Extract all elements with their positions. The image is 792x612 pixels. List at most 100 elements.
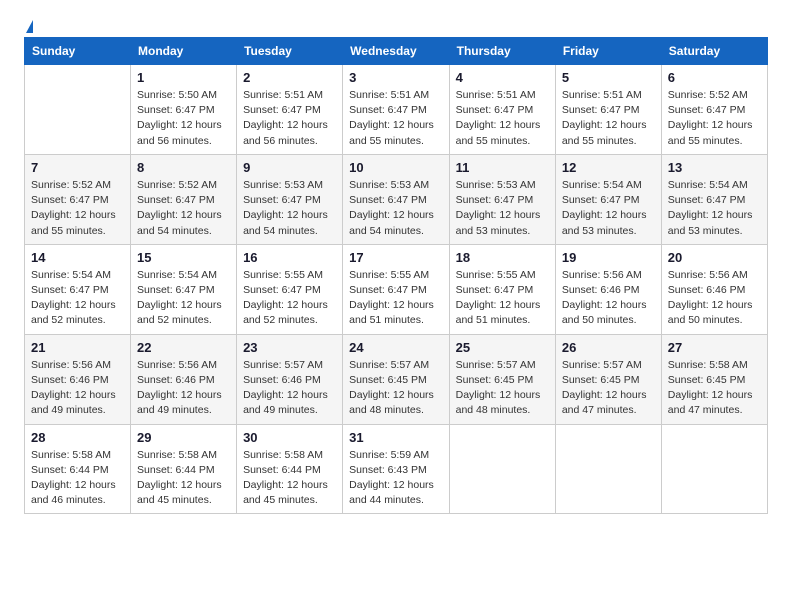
day-of-week-header: Tuesday xyxy=(237,38,343,65)
calendar-cell: 8Sunrise: 5:52 AM Sunset: 6:47 PM Daylig… xyxy=(131,154,237,244)
day-detail: Sunrise: 5:53 AM Sunset: 6:47 PM Dayligh… xyxy=(456,178,549,239)
day-number: 10 xyxy=(349,160,442,175)
day-detail: Sunrise: 5:51 AM Sunset: 6:47 PM Dayligh… xyxy=(243,88,336,149)
calendar-cell: 3 Sunrise: 5:51 AM Sunset: 6:47 PM Daylig… xyxy=(343,65,449,155)
calendar-week-row: 14 Sunrise: 5:54 AM Sunset: 6:47 PM Dayli… xyxy=(25,244,768,334)
calendar-cell: 16Sunrise: 5:55 AM Sunset: 6:47 PM Dayli… xyxy=(237,244,343,334)
day-number: 2 xyxy=(243,70,336,85)
day-detail: Sunrise: 5:53 AM Sunset: 6:47 PM Dayligh… xyxy=(243,178,336,239)
page-header xyxy=(24,20,768,29)
day-detail: Sunrise: 5:50 AM Sunset: 6:47 PM Dayligh… xyxy=(137,88,230,149)
day-detail: Sunrise: 5:51 AM Sunset: 6:47 PM Dayligh… xyxy=(349,88,442,149)
calendar-cell: 14 Sunrise: 5:54 AM Sunset: 6:47 PM Dayli… xyxy=(25,244,131,334)
day-detail: Sunrise: 5:56 AM Sunset: 6:46 PM Dayligh… xyxy=(562,268,655,329)
calendar-cell: 13Sunrise: 5:54 AM Sunset: 6:47 PM Dayli… xyxy=(661,154,767,244)
day-detail: Sunrise: 5:51 AM Sunset: 6:47 PM Dayligh… xyxy=(562,88,655,149)
day-number: 7 xyxy=(31,160,124,175)
calendar-cell: 12 Sunrise: 5:54 AM Sunset: 6:47 PM Dayli… xyxy=(555,154,661,244)
calendar-week-row: 21 Sunrise: 5:56 AM Sunset: 6:46 PM Dayli… xyxy=(25,334,768,424)
calendar-week-row: 7 Sunrise: 5:52 AM Sunset: 6:47 PM Daylig… xyxy=(25,154,768,244)
calendar-cell xyxy=(25,65,131,155)
calendar-cell: 11 Sunrise: 5:53 AM Sunset: 6:47 PM Dayli… xyxy=(449,154,555,244)
day-detail: Sunrise: 5:56 AM Sunset: 6:46 PM Dayligh… xyxy=(668,268,761,329)
calendar-cell xyxy=(449,424,555,514)
calendar-cell: 5Sunrise: 5:51 AM Sunset: 6:47 PM Daylig… xyxy=(555,65,661,155)
logo xyxy=(24,20,33,29)
calendar-cell xyxy=(555,424,661,514)
calendar-cell: 23Sunrise: 5:57 AM Sunset: 6:46 PM Dayli… xyxy=(237,334,343,424)
day-of-week-header: Friday xyxy=(555,38,661,65)
day-number: 25 xyxy=(456,340,549,355)
day-detail: Sunrise: 5:53 AM Sunset: 6:47 PM Dayligh… xyxy=(349,178,442,239)
day-number: 3 xyxy=(349,70,442,85)
calendar-cell: 6Sunrise: 5:52 AM Sunset: 6:47 PM Daylig… xyxy=(661,65,767,155)
calendar-week-row: 1 Sunrise: 5:50 AM Sunset: 6:47 PM Daylig… xyxy=(25,65,768,155)
calendar-cell: 17 Sunrise: 5:55 AM Sunset: 6:47 PM Dayli… xyxy=(343,244,449,334)
calendar-cell: 29Sunrise: 5:58 AM Sunset: 6:44 PM Dayli… xyxy=(131,424,237,514)
day-number: 4 xyxy=(456,70,549,85)
day-number: 1 xyxy=(137,70,230,85)
calendar-cell: 18 Sunrise: 5:55 AM Sunset: 6:47 PM Dayli… xyxy=(449,244,555,334)
day-detail: Sunrise: 5:55 AM Sunset: 6:47 PM Dayligh… xyxy=(349,268,442,329)
day-of-week-header: Monday xyxy=(131,38,237,65)
day-number: 12 xyxy=(562,160,655,175)
day-number: 14 xyxy=(31,250,124,265)
day-number: 17 xyxy=(349,250,442,265)
calendar-cell: 9 Sunrise: 5:53 AM Sunset: 6:47 PM Daylig… xyxy=(237,154,343,244)
day-detail: Sunrise: 5:51 AM Sunset: 6:47 PM Dayligh… xyxy=(456,88,549,149)
day-number: 9 xyxy=(243,160,336,175)
day-of-week-header: Sunday xyxy=(25,38,131,65)
day-detail: Sunrise: 5:54 AM Sunset: 6:47 PM Dayligh… xyxy=(137,268,230,329)
day-detail: Sunrise: 5:54 AM Sunset: 6:47 PM Dayligh… xyxy=(31,268,124,329)
calendar-cell: 30 Sunrise: 5:58 AM Sunset: 6:44 PM Dayli… xyxy=(237,424,343,514)
day-number: 27 xyxy=(668,340,761,355)
day-detail: Sunrise: 5:58 AM Sunset: 6:44 PM Dayligh… xyxy=(243,448,336,509)
day-number: 24 xyxy=(349,340,442,355)
day-detail: Sunrise: 5:58 AM Sunset: 6:44 PM Dayligh… xyxy=(137,448,230,509)
day-detail: Sunrise: 5:57 AM Sunset: 6:45 PM Dayligh… xyxy=(349,358,442,419)
day-detail: Sunrise: 5:58 AM Sunset: 6:45 PM Dayligh… xyxy=(668,358,761,419)
day-detail: Sunrise: 5:52 AM Sunset: 6:47 PM Dayligh… xyxy=(668,88,761,149)
calendar-cell: 20Sunrise: 5:56 AM Sunset: 6:46 PM Dayli… xyxy=(661,244,767,334)
calendar-cell: 7 Sunrise: 5:52 AM Sunset: 6:47 PM Daylig… xyxy=(25,154,131,244)
day-number: 15 xyxy=(137,250,230,265)
calendar-cell: 24 Sunrise: 5:57 AM Sunset: 6:45 PM Dayli… xyxy=(343,334,449,424)
calendar-cell: 15 Sunrise: 5:54 AM Sunset: 6:47 PM Dayli… xyxy=(131,244,237,334)
calendar-cell: 1 Sunrise: 5:50 AM Sunset: 6:47 PM Daylig… xyxy=(131,65,237,155)
day-number: 31 xyxy=(349,430,442,445)
calendar-cell: 28 Sunrise: 5:58 AM Sunset: 6:44 PM Dayli… xyxy=(25,424,131,514)
calendar-cell: 4 Sunrise: 5:51 AM Sunset: 6:47 PM Daylig… xyxy=(449,65,555,155)
calendar-cell: 26 Sunrise: 5:57 AM Sunset: 6:45 PM Dayli… xyxy=(555,334,661,424)
calendar-table: SundayMondayTuesdayWednesdayThursdayFrid… xyxy=(24,37,768,514)
calendar-cell: 27 Sunrise: 5:58 AM Sunset: 6:45 PM Dayli… xyxy=(661,334,767,424)
day-number: 22 xyxy=(137,340,230,355)
calendar-cell: 10 Sunrise: 5:53 AM Sunset: 6:47 PM Dayli… xyxy=(343,154,449,244)
day-detail: Sunrise: 5:57 AM Sunset: 6:46 PM Dayligh… xyxy=(243,358,336,419)
day-number: 28 xyxy=(31,430,124,445)
calendar-cell: 25 Sunrise: 5:57 AM Sunset: 6:45 PM Dayli… xyxy=(449,334,555,424)
calendar-cell: 31 Sunrise: 5:59 AM Sunset: 6:43 PM Dayli… xyxy=(343,424,449,514)
day-of-week-header: Thursday xyxy=(449,38,555,65)
day-detail: Sunrise: 5:54 AM Sunset: 6:47 PM Dayligh… xyxy=(562,178,655,239)
day-number: 30 xyxy=(243,430,336,445)
day-number: 26 xyxy=(562,340,655,355)
day-number: 11 xyxy=(456,160,549,175)
day-detail: Sunrise: 5:57 AM Sunset: 6:45 PM Dayligh… xyxy=(562,358,655,419)
day-number: 18 xyxy=(456,250,549,265)
calendar-cell xyxy=(661,424,767,514)
calendar-cell: 21 Sunrise: 5:56 AM Sunset: 6:46 PM Dayli… xyxy=(25,334,131,424)
day-of-week-header: Saturday xyxy=(661,38,767,65)
day-number: 21 xyxy=(31,340,124,355)
day-detail: Sunrise: 5:56 AM Sunset: 6:46 PM Dayligh… xyxy=(31,358,124,419)
day-detail: Sunrise: 5:52 AM Sunset: 6:47 PM Dayligh… xyxy=(137,178,230,239)
calendar-header-row: SundayMondayTuesdayWednesdayThursdayFrid… xyxy=(25,38,768,65)
calendar-week-row: 28 Sunrise: 5:58 AM Sunset: 6:44 PM Dayli… xyxy=(25,424,768,514)
day-detail: Sunrise: 5:59 AM Sunset: 6:43 PM Dayligh… xyxy=(349,448,442,509)
day-detail: Sunrise: 5:55 AM Sunset: 6:47 PM Dayligh… xyxy=(456,268,549,329)
day-number: 13 xyxy=(668,160,761,175)
day-detail: Sunrise: 5:52 AM Sunset: 6:47 PM Dayligh… xyxy=(31,178,124,239)
day-detail: Sunrise: 5:58 AM Sunset: 6:44 PM Dayligh… xyxy=(31,448,124,509)
calendar-cell: 19Sunrise: 5:56 AM Sunset: 6:46 PM Dayli… xyxy=(555,244,661,334)
day-detail: Sunrise: 5:57 AM Sunset: 6:45 PM Dayligh… xyxy=(456,358,549,419)
day-detail: Sunrise: 5:56 AM Sunset: 6:46 PM Dayligh… xyxy=(137,358,230,419)
